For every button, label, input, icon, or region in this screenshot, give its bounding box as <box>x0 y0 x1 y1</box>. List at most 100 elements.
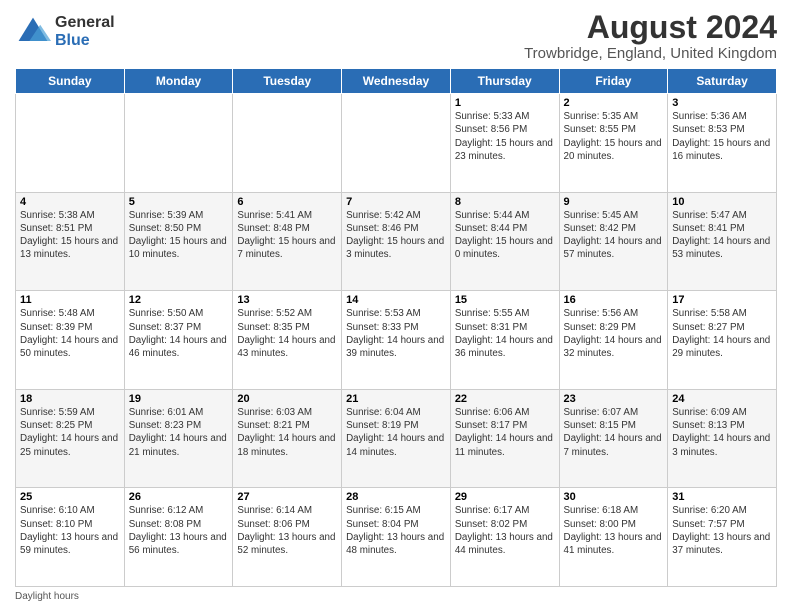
day-number: 1 <box>455 97 555 109</box>
day-number: 17 <box>672 294 772 306</box>
day-number: 16 <box>564 294 664 306</box>
calendar-week-5: 25Sunrise: 6:10 AM Sunset: 8:10 PM Dayli… <box>16 488 777 587</box>
calendar-cell: 2Sunrise: 5:35 AM Sunset: 8:55 PM Daylig… <box>559 94 668 193</box>
day-info: Sunrise: 6:10 AM Sunset: 8:10 PM Dayligh… <box>20 504 120 557</box>
col-header-monday: Monday <box>124 69 233 94</box>
calendar-cell: 9Sunrise: 5:45 AM Sunset: 8:42 PM Daylig… <box>559 192 668 291</box>
day-number: 2 <box>564 97 664 109</box>
calendar-cell <box>233 94 342 193</box>
calendar-cell: 8Sunrise: 5:44 AM Sunset: 8:44 PM Daylig… <box>450 192 559 291</box>
day-number: 15 <box>455 294 555 306</box>
day-number: 21 <box>346 393 446 405</box>
calendar-week-2: 4Sunrise: 5:38 AM Sunset: 8:51 PM Daylig… <box>16 192 777 291</box>
logo-text: General Blue <box>55 14 115 49</box>
calendar-cell: 13Sunrise: 5:52 AM Sunset: 8:35 PM Dayli… <box>233 291 342 390</box>
day-info: Sunrise: 6:17 AM Sunset: 8:02 PM Dayligh… <box>455 504 555 557</box>
day-info: Sunrise: 6:04 AM Sunset: 8:19 PM Dayligh… <box>346 406 446 459</box>
day-number: 5 <box>129 196 229 208</box>
day-number: 9 <box>564 196 664 208</box>
calendar-cell: 14Sunrise: 5:53 AM Sunset: 8:33 PM Dayli… <box>342 291 451 390</box>
day-number: 11 <box>20 294 120 306</box>
day-info: Sunrise: 5:35 AM Sunset: 8:55 PM Dayligh… <box>564 110 664 163</box>
calendar-week-4: 18Sunrise: 5:59 AM Sunset: 8:25 PM Dayli… <box>16 389 777 488</box>
day-number: 4 <box>20 196 120 208</box>
day-info: Sunrise: 6:03 AM Sunset: 8:21 PM Dayligh… <box>237 406 337 459</box>
calendar-table: SundayMondayTuesdayWednesdayThursdayFrid… <box>15 68 777 587</box>
day-info: Sunrise: 5:52 AM Sunset: 8:35 PM Dayligh… <box>237 307 337 360</box>
col-header-thursday: Thursday <box>450 69 559 94</box>
calendar-cell: 16Sunrise: 5:56 AM Sunset: 8:29 PM Dayli… <box>559 291 668 390</box>
day-number: 6 <box>237 196 337 208</box>
day-info: Sunrise: 5:58 AM Sunset: 8:27 PM Dayligh… <box>672 307 772 360</box>
calendar-cell: 18Sunrise: 5:59 AM Sunset: 8:25 PM Dayli… <box>16 389 125 488</box>
day-number: 28 <box>346 491 446 503</box>
day-number: 3 <box>672 97 772 109</box>
calendar-cell: 29Sunrise: 6:17 AM Sunset: 8:02 PM Dayli… <box>450 488 559 587</box>
day-info: Sunrise: 6:20 AM Sunset: 7:57 PM Dayligh… <box>672 504 772 557</box>
day-number: 13 <box>237 294 337 306</box>
day-info: Sunrise: 6:01 AM Sunset: 8:23 PM Dayligh… <box>129 406 229 459</box>
day-number: 23 <box>564 393 664 405</box>
logo-general-text: General <box>55 14 115 32</box>
day-number: 7 <box>346 196 446 208</box>
day-info: Sunrise: 6:09 AM Sunset: 8:13 PM Dayligh… <box>672 406 772 459</box>
day-info: Sunrise: 6:06 AM Sunset: 8:17 PM Dayligh… <box>455 406 555 459</box>
calendar-cell: 26Sunrise: 6:12 AM Sunset: 8:08 PM Dayli… <box>124 488 233 587</box>
calendar-cell: 7Sunrise: 5:42 AM Sunset: 8:46 PM Daylig… <box>342 192 451 291</box>
day-number: 8 <box>455 196 555 208</box>
day-info: Sunrise: 5:55 AM Sunset: 8:31 PM Dayligh… <box>455 307 555 360</box>
calendar-cell <box>16 94 125 193</box>
calendar-week-1: 1Sunrise: 5:33 AM Sunset: 8:56 PM Daylig… <box>16 94 777 193</box>
day-info: Sunrise: 5:44 AM Sunset: 8:44 PM Dayligh… <box>455 209 555 262</box>
footer-note: Daylight hours <box>15 591 777 602</box>
day-number: 12 <box>129 294 229 306</box>
day-number: 31 <box>672 491 772 503</box>
day-number: 14 <box>346 294 446 306</box>
day-number: 27 <box>237 491 337 503</box>
day-info: Sunrise: 5:53 AM Sunset: 8:33 PM Dayligh… <box>346 307 446 360</box>
day-number: 26 <box>129 491 229 503</box>
day-info: Sunrise: 5:39 AM Sunset: 8:50 PM Dayligh… <box>129 209 229 262</box>
col-header-sunday: Sunday <box>16 69 125 94</box>
calendar-cell: 28Sunrise: 6:15 AM Sunset: 8:04 PM Dayli… <box>342 488 451 587</box>
day-number: 20 <box>237 393 337 405</box>
day-info: Sunrise: 5:56 AM Sunset: 8:29 PM Dayligh… <box>564 307 664 360</box>
calendar-cell: 17Sunrise: 5:58 AM Sunset: 8:27 PM Dayli… <box>668 291 777 390</box>
day-number: 24 <box>672 393 772 405</box>
day-info: Sunrise: 5:38 AM Sunset: 8:51 PM Dayligh… <box>20 209 120 262</box>
day-info: Sunrise: 6:12 AM Sunset: 8:08 PM Dayligh… <box>129 504 229 557</box>
col-header-wednesday: Wednesday <box>342 69 451 94</box>
footer-text: Daylight hours <box>15 591 79 602</box>
day-info: Sunrise: 5:59 AM Sunset: 8:25 PM Dayligh… <box>20 406 120 459</box>
day-number: 19 <box>129 393 229 405</box>
day-number: 25 <box>20 491 120 503</box>
day-info: Sunrise: 5:48 AM Sunset: 8:39 PM Dayligh… <box>20 307 120 360</box>
calendar-cell: 27Sunrise: 6:14 AM Sunset: 8:06 PM Dayli… <box>233 488 342 587</box>
day-info: Sunrise: 5:36 AM Sunset: 8:53 PM Dayligh… <box>672 110 772 163</box>
calendar-cell: 25Sunrise: 6:10 AM Sunset: 8:10 PM Dayli… <box>16 488 125 587</box>
day-info: Sunrise: 6:15 AM Sunset: 8:04 PM Dayligh… <box>346 504 446 557</box>
main-title: August 2024 <box>524 10 777 45</box>
calendar-header-row: SundayMondayTuesdayWednesdayThursdayFrid… <box>16 69 777 94</box>
day-number: 29 <box>455 491 555 503</box>
day-info: Sunrise: 5:50 AM Sunset: 8:37 PM Dayligh… <box>129 307 229 360</box>
day-info: Sunrise: 5:45 AM Sunset: 8:42 PM Dayligh… <box>564 209 664 262</box>
day-info: Sunrise: 5:42 AM Sunset: 8:46 PM Dayligh… <box>346 209 446 262</box>
calendar-cell: 6Sunrise: 5:41 AM Sunset: 8:48 PM Daylig… <box>233 192 342 291</box>
calendar-cell: 19Sunrise: 6:01 AM Sunset: 8:23 PM Dayli… <box>124 389 233 488</box>
calendar-cell: 10Sunrise: 5:47 AM Sunset: 8:41 PM Dayli… <box>668 192 777 291</box>
day-info: Sunrise: 5:41 AM Sunset: 8:48 PM Dayligh… <box>237 209 337 262</box>
calendar-cell: 12Sunrise: 5:50 AM Sunset: 8:37 PM Dayli… <box>124 291 233 390</box>
calendar-cell: 5Sunrise: 5:39 AM Sunset: 8:50 PM Daylig… <box>124 192 233 291</box>
calendar-week-3: 11Sunrise: 5:48 AM Sunset: 8:39 PM Dayli… <box>16 291 777 390</box>
col-header-saturday: Saturday <box>668 69 777 94</box>
calendar-cell: 21Sunrise: 6:04 AM Sunset: 8:19 PM Dayli… <box>342 389 451 488</box>
calendar-cell <box>342 94 451 193</box>
title-block: August 2024 Trowbridge, England, United … <box>524 10 777 62</box>
day-number: 18 <box>20 393 120 405</box>
logo-blue-text: Blue <box>55 32 115 50</box>
calendar-cell: 20Sunrise: 6:03 AM Sunset: 8:21 PM Dayli… <box>233 389 342 488</box>
day-info: Sunrise: 5:47 AM Sunset: 8:41 PM Dayligh… <box>672 209 772 262</box>
day-info: Sunrise: 5:33 AM Sunset: 8:56 PM Dayligh… <box>455 110 555 163</box>
calendar-cell: 3Sunrise: 5:36 AM Sunset: 8:53 PM Daylig… <box>668 94 777 193</box>
